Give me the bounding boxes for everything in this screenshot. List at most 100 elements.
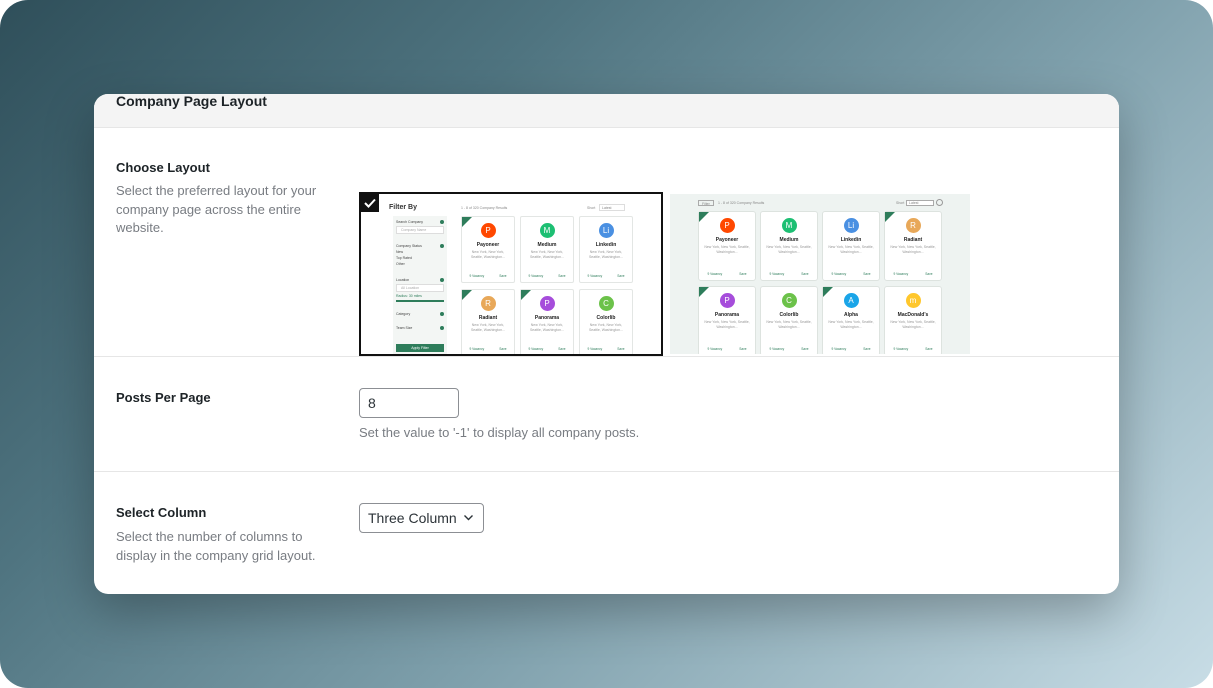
- column-select-value: Three Column: [368, 510, 457, 526]
- sort-label: Short: [587, 206, 596, 210]
- company-logo-icon: P: [719, 293, 735, 308]
- company-logo-icon: Li: [843, 218, 859, 233]
- location-label: Location: [396, 278, 410, 282]
- save-link: Save: [863, 272, 871, 276]
- column-label: Select Column: [116, 505, 207, 520]
- card-footer: 9 Vacancy Save: [699, 347, 755, 351]
- company-address: New York, New York, Seattle, Washington.…: [828, 245, 874, 254]
- company-logo-icon: C: [598, 296, 614, 311]
- company-logo-icon: R: [480, 296, 496, 311]
- company-address: New York, New York, Seattle, Washington.…: [766, 320, 812, 329]
- preview-company-card: A Alpha New York, New York, Seattle, Washi…: [822, 286, 880, 354]
- preview-company-card: M Medium New York, New York, Seattle, Wash…: [520, 216, 574, 283]
- company-address: New York, New York, Seattle, Washington.…: [704, 245, 750, 254]
- company-address: New York, New York, Seattle, Washington.…: [890, 320, 936, 329]
- featured-ribbon: [699, 212, 709, 222]
- company-logo-icon: C: [781, 293, 797, 308]
- results-count: 1 - 8 of 320 Company Results: [718, 201, 765, 205]
- company-name: MacDonald's: [897, 312, 929, 318]
- save-link: Save: [925, 272, 933, 276]
- location-box: All Location: [396, 284, 444, 292]
- company-name: Panorama: [714, 312, 740, 318]
- preview-company-card: Li Linkedin New York, New York, Seattle, W…: [579, 216, 633, 283]
- save-link: Save: [617, 347, 625, 351]
- category-dot-icon: [440, 312, 444, 316]
- vacancy-link: 9 Vacancy: [769, 347, 785, 351]
- save-link: Save: [558, 347, 566, 351]
- company-name: Linkedin: [595, 242, 617, 248]
- save-link: Save: [925, 347, 933, 351]
- layout-option-full-width[interactable]: Filter 1 - 8 of 320 Company Results Shor…: [670, 194, 970, 354]
- search-dot-icon: [440, 220, 444, 224]
- vacancy-link: 9 Vacancy: [831, 272, 847, 276]
- card-footer: 9 Vacancy Save: [521, 274, 573, 278]
- location-dot-icon: [440, 278, 444, 282]
- status-option: Other: [396, 262, 405, 266]
- team-size-label: Team Size: [396, 326, 413, 330]
- vacancy-link: 9 Vacancy: [587, 274, 603, 278]
- featured-ribbon: [823, 287, 833, 297]
- apply-filter-button: Apply Filter: [396, 344, 444, 352]
- company-name: Alpha: [844, 312, 858, 318]
- card-footer: 9 Vacancy Save: [761, 347, 817, 351]
- section-header: Company Page Layout: [94, 94, 1119, 128]
- card-footer: 9 Vacancy Save: [699, 272, 755, 276]
- posts-per-page-help: Set the value to '-1' to display all com…: [359, 425, 640, 440]
- vacancy-link: 9 Vacancy: [893, 272, 909, 276]
- vacancy-link: 9 Vacancy: [469, 347, 485, 351]
- vacancy-link: 9 Vacancy: [707, 347, 723, 351]
- filter-by-title: Filter By: [389, 204, 418, 211]
- company-logo-icon: m: [905, 293, 921, 308]
- search-label: Search Company: [396, 220, 424, 224]
- column-select[interactable]: Three Column: [359, 503, 484, 533]
- company-name: Panorama: [534, 315, 560, 321]
- sort-select: Latest: [906, 200, 934, 206]
- posts-per-page-input[interactable]: 8: [359, 388, 459, 418]
- save-link: Save: [499, 347, 507, 351]
- card-footer: 9 Vacancy Save: [885, 347, 941, 351]
- column-description: Select the number of columns to display …: [116, 529, 316, 563]
- preview-company-card: Li Linkedin New York, New York, Seattle, W…: [822, 211, 880, 281]
- results-count: 1 - 8 of 320 Company Results: [461, 206, 508, 210]
- vacancy-link: 9 Vacancy: [528, 347, 544, 351]
- company-address: New York, New York, Seattle, Washington.…: [890, 245, 936, 254]
- card-footer: 9 Vacancy Save: [885, 272, 941, 276]
- layout-description: Select the preferred layout for your com…: [116, 183, 317, 235]
- company-name: Medium: [779, 237, 799, 243]
- vacancy-link: 9 Vacancy: [587, 347, 603, 351]
- search-box: Company Name: [396, 226, 444, 234]
- vacancy-link: 9 Vacancy: [893, 347, 909, 351]
- featured-ribbon: [699, 287, 709, 297]
- preview-company-card: m MacDonald's New York, New York, Seattle,…: [884, 286, 942, 354]
- sort-select: Latest: [599, 204, 625, 211]
- posts-per-page-label: Posts Per Page: [116, 390, 211, 405]
- company-address: New York, New York, Seattle, Washington.…: [529, 250, 565, 259]
- save-link: Save: [558, 274, 566, 278]
- filter-button: Filter: [698, 200, 714, 206]
- company-logo-icon: Li: [598, 223, 614, 238]
- vacancy-link: 9 Vacancy: [707, 272, 723, 276]
- featured-ribbon: [521, 290, 531, 300]
- status-dot-icon: [440, 244, 444, 248]
- company-name: Medium: [537, 242, 557, 248]
- filter-sidebar: Search Company Company Name Company Stat…: [393, 216, 447, 354]
- card-footer: 9 Vacancy Save: [761, 272, 817, 276]
- featured-ribbon: [885, 212, 895, 222]
- layout-option-sidebar[interactable]: Filter By Search Company Company Name Co…: [359, 192, 663, 356]
- card-footer: 9 Vacancy Save: [462, 274, 514, 278]
- company-name: Colorlib: [779, 312, 799, 318]
- team-size-dot-icon: [440, 326, 444, 330]
- company-logo-icon: M: [781, 218, 797, 233]
- preview-company-card: M Medium New York, New York, Seattle, Wash…: [760, 211, 818, 281]
- card-footer: 9 Vacancy Save: [580, 347, 632, 351]
- company-address: New York, New York, Seattle, Washington.…: [766, 245, 812, 254]
- card-footer: 9 Vacancy Save: [462, 347, 514, 351]
- search-placeholder: Company Name: [401, 228, 427, 232]
- company-logo-icon: A: [843, 293, 859, 308]
- company-name: Payoneer: [476, 242, 500, 248]
- company-address: New York, New York, Seattle, Washington.…: [704, 320, 750, 329]
- card-footer: 9 Vacancy Save: [580, 274, 632, 278]
- vacancy-link: 9 Vacancy: [469, 274, 485, 278]
- company-logo-icon: P: [719, 218, 735, 233]
- company-address: New York, New York, Seattle, Washington.…: [470, 250, 506, 259]
